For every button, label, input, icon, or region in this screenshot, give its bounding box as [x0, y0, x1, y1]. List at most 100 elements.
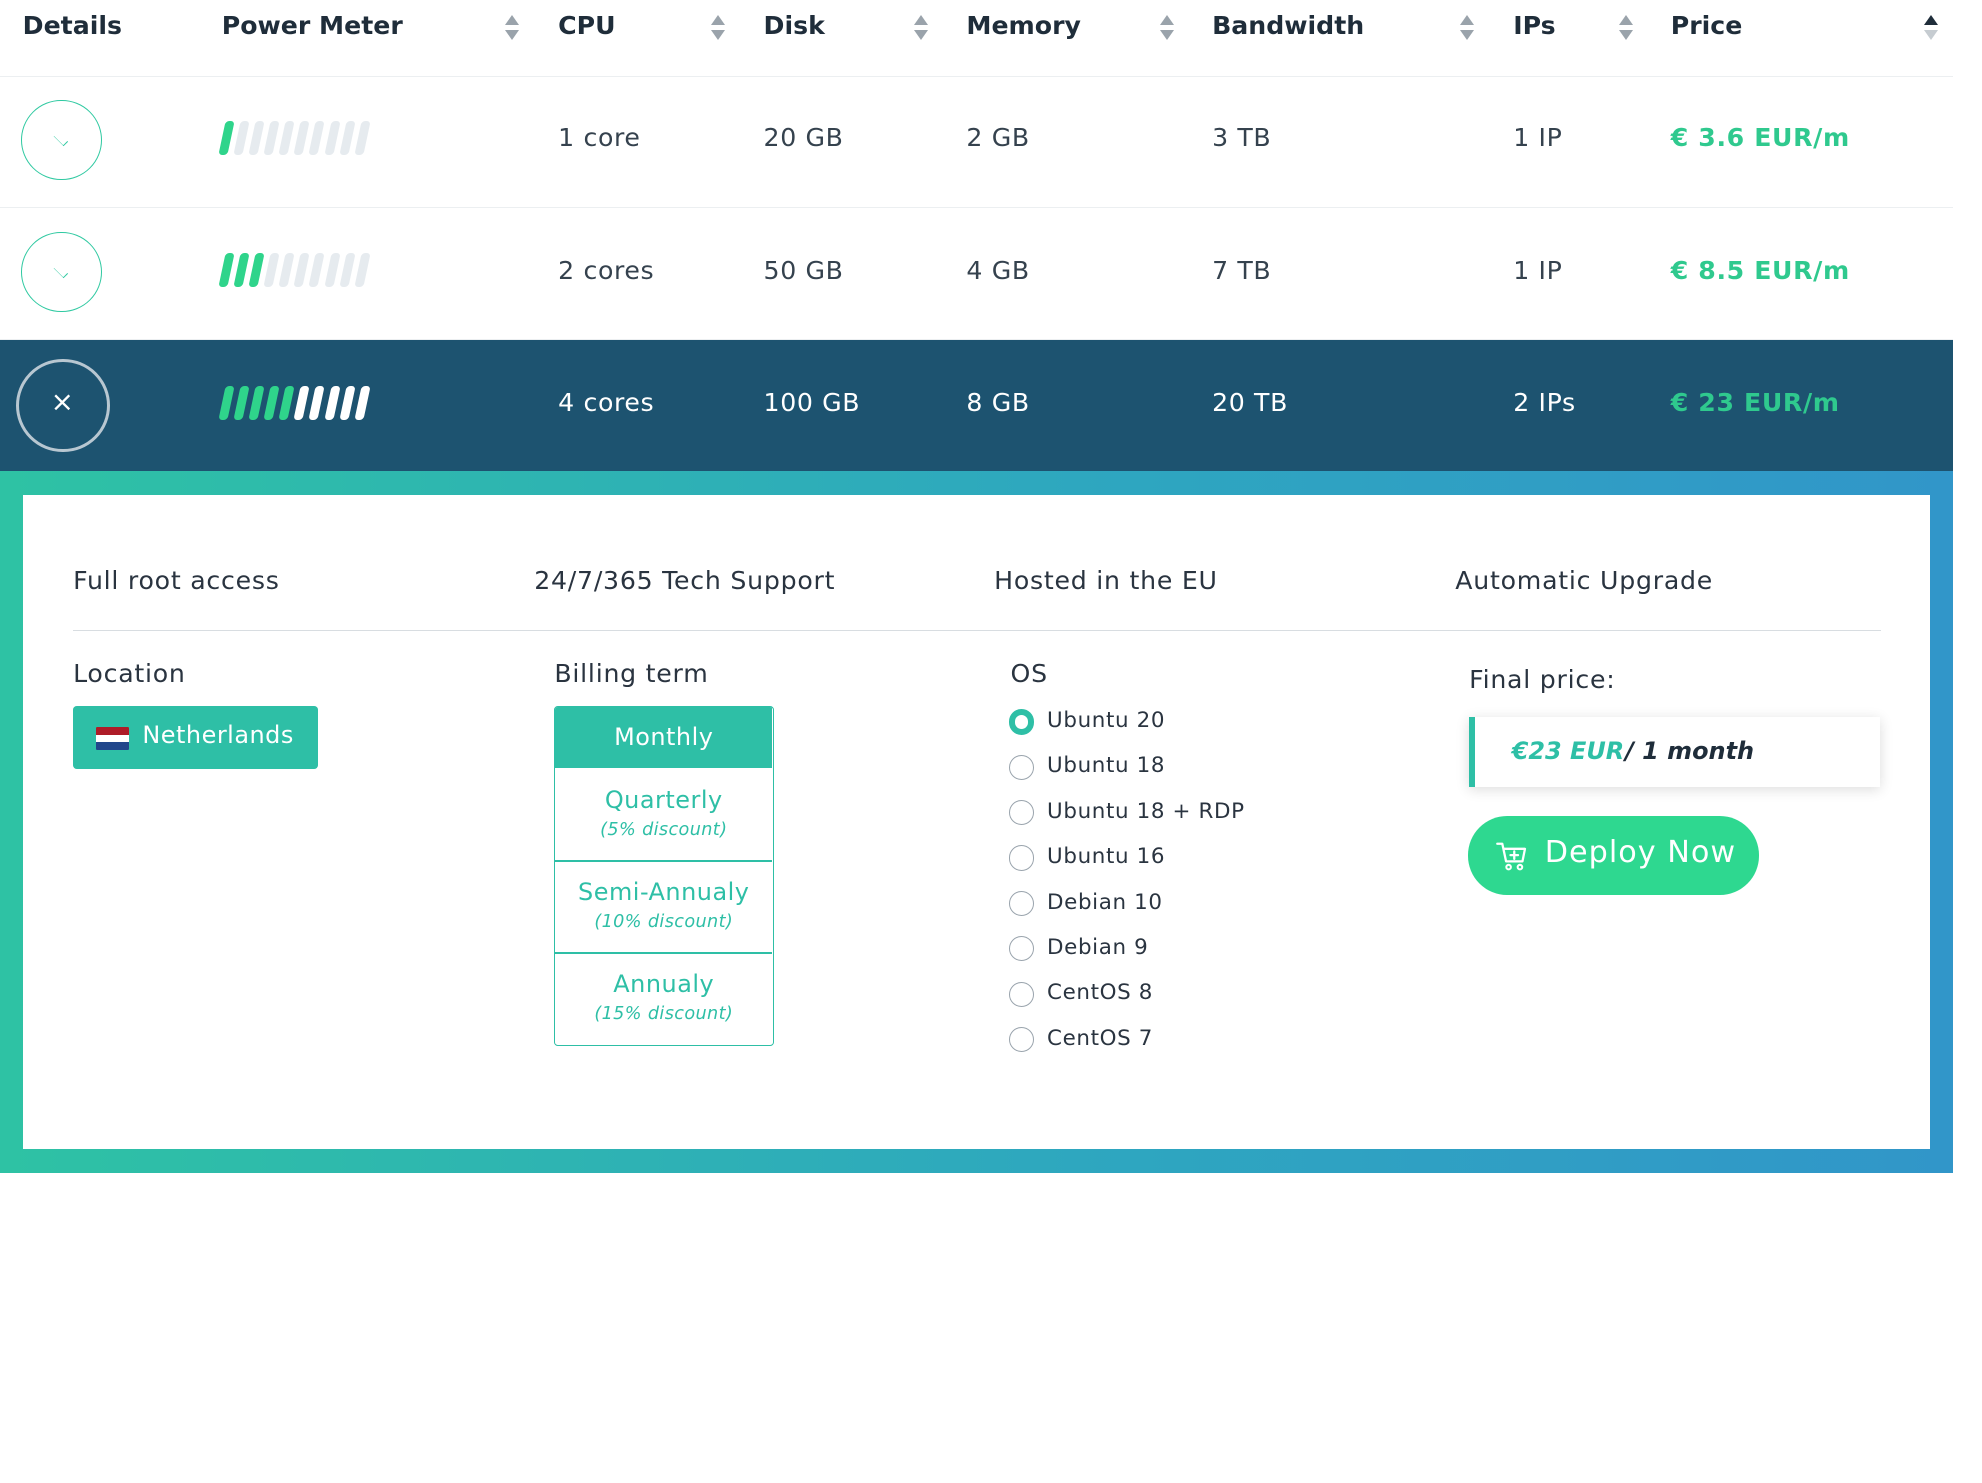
billing-option-name: Semi-Annualy — [578, 877, 750, 906]
feature-root-access: Full root access — [73, 565, 280, 595]
power-bar — [293, 385, 310, 420]
radio-button[interactable] — [1009, 709, 1035, 735]
column-ips[interactable]: IPs — [1513, 11, 1555, 40]
power-bar — [354, 253, 371, 288]
power-bar — [263, 253, 280, 288]
final-price-label: Final price: — [1469, 665, 1616, 695]
table-row[interactable]: 1 core 20 GB 2 GB 3 TB 1 IP € 3.6 EUR/m — [0, 76, 1953, 208]
billing-option-semi-annualy[interactable]: Semi-Annualy (10% discount) — [555, 862, 772, 953]
sort-icon[interactable] — [1924, 15, 1939, 43]
disk-cell: 50 GB — [763, 255, 844, 285]
billing-option-quarterly[interactable]: Quarterly (5% discount) — [555, 770, 772, 861]
power-bar — [278, 253, 295, 288]
deploy-now-label: Deploy Now — [1544, 835, 1737, 871]
column-power-meter[interactable]: Power Meter — [222, 11, 403, 40]
price-cell: € 8.5 EUR/m — [1670, 255, 1850, 285]
power-meter — [217, 253, 381, 288]
power-bar — [278, 385, 295, 420]
power-meter — [217, 120, 381, 156]
table-row[interactable]: 2 cores 50 GB 4 GB 7 TB 1 IP € 8.5 EUR/m — [0, 208, 1953, 340]
cart-icon — [1495, 843, 1526, 871]
sort-icon[interactable] — [505, 15, 520, 43]
billing-option-discount: (15% discount) — [594, 1004, 734, 1025]
power-bar — [354, 120, 371, 155]
os-option-label: CentOS 8 — [1047, 980, 1154, 1006]
power-bar — [233, 385, 250, 420]
table-header: Details Power Meter CPU Disk Memory Band… — [0, 0, 1953, 77]
column-price[interactable]: Price — [1671, 11, 1743, 40]
power-bar — [263, 120, 280, 155]
power-bar — [339, 120, 356, 155]
column-details: Details — [22, 11, 122, 41]
column-disk[interactable]: Disk — [764, 11, 825, 40]
plans-page: Details Power Meter CPU Disk Memory Band… — [0, 0, 1982, 1483]
sort-icon[interactable] — [1160, 15, 1175, 43]
bandwidth-cell: 3 TB — [1212, 123, 1272, 153]
power-bar — [233, 253, 250, 288]
sort-icon[interactable] — [710, 15, 726, 43]
feature-tech-support: 24/7/365 Tech Support — [534, 565, 836, 595]
os-option-label: Debian 10 — [1047, 889, 1163, 915]
location-button[interactable]: Netherlands — [73, 705, 318, 769]
cpu-cell: 2 cores — [558, 255, 655, 285]
os-option-label: Ubuntu 18 + RDP — [1047, 798, 1245, 824]
billing-option-discount: (10% discount) — [594, 912, 734, 933]
power-bar — [248, 253, 265, 288]
billing-option-name: Quarterly — [604, 785, 723, 814]
billing-term-selector: Monthly Quarterly (5% discount) Semi-Ann… — [554, 705, 774, 1046]
os-label: OS — [1010, 658, 1048, 688]
power-bar — [293, 253, 310, 288]
radio-button[interactable] — [1009, 845, 1035, 871]
power-meter — [217, 385, 381, 421]
cpu-cell: 4 cores — [558, 388, 655, 418]
final-price-period: / 1 month — [1625, 737, 1755, 766]
deploy-now-button[interactable]: Deploy Now — [1467, 816, 1759, 895]
netherlands-flag-icon — [95, 727, 129, 750]
column-bandwidth[interactable]: Bandwidth — [1212, 11, 1364, 40]
os-option-label: CentOS 7 — [1047, 1025, 1154, 1051]
power-bar — [323, 385, 341, 420]
os-option-label: Ubuntu 20 — [1047, 708, 1166, 734]
power-bar — [339, 385, 356, 420]
billing-option-discount: (5% discount) — [600, 820, 728, 841]
power-bar — [308, 120, 325, 155]
billing-label: Billing term — [554, 658, 709, 688]
price-cell: € 23 EUR/m — [1670, 388, 1840, 418]
column-cpu[interactable]: CPU — [558, 11, 615, 40]
power-bar — [323, 120, 341, 155]
disk-cell: 20 GB — [763, 123, 844, 153]
sort-icon[interactable] — [1619, 15, 1634, 43]
price-cell: € 3.6 EUR/m — [1670, 123, 1850, 153]
location-label: Location — [73, 658, 186, 688]
column-memory[interactable]: Memory — [966, 11, 1081, 40]
billing-option-name: Annualy — [613, 969, 715, 998]
table-row-selected[interactable]: × 4 cores 100 GB 8 GB 20 TB 2 IPs € 23 E… — [0, 340, 1953, 472]
power-bar — [218, 253, 235, 288]
collapse-button[interactable]: × — [16, 359, 110, 453]
bandwidth-cell: 7 TB — [1212, 255, 1272, 285]
expand-button[interactable] — [21, 99, 103, 181]
power-bar — [218, 385, 235, 420]
chevron-down-icon — [53, 131, 68, 146]
radio-button[interactable] — [1009, 981, 1035, 1007]
ips-cell: 1 IP — [1513, 255, 1563, 285]
power-bar — [308, 385, 325, 420]
bandwidth-cell: 20 TB — [1212, 388, 1288, 418]
sort-icon[interactable] — [1460, 15, 1475, 43]
billing-option-annualy[interactable]: Annualy (15% discount) — [555, 954, 772, 1045]
power-bar — [248, 385, 265, 420]
os-option-label: Ubuntu 16 — [1047, 844, 1166, 870]
close-icon: × — [50, 385, 74, 419]
divider — [73, 630, 1882, 632]
feature-hosted-eu: Hosted in the EU — [994, 565, 1218, 595]
memory-cell: 4 GB — [966, 255, 1030, 285]
billing-option-name: Monthly — [614, 722, 714, 751]
ips-cell: 2 IPs — [1513, 388, 1576, 418]
expand-button[interactable] — [21, 231, 103, 313]
location-value: Netherlands — [142, 720, 294, 749]
power-bar — [354, 385, 371, 420]
power-bar — [308, 253, 325, 288]
sort-icon[interactable] — [913, 15, 929, 43]
final-price-value: €23 EUR — [1511, 737, 1625, 766]
billing-option-monthly[interactable]: Monthly — [555, 706, 773, 769]
